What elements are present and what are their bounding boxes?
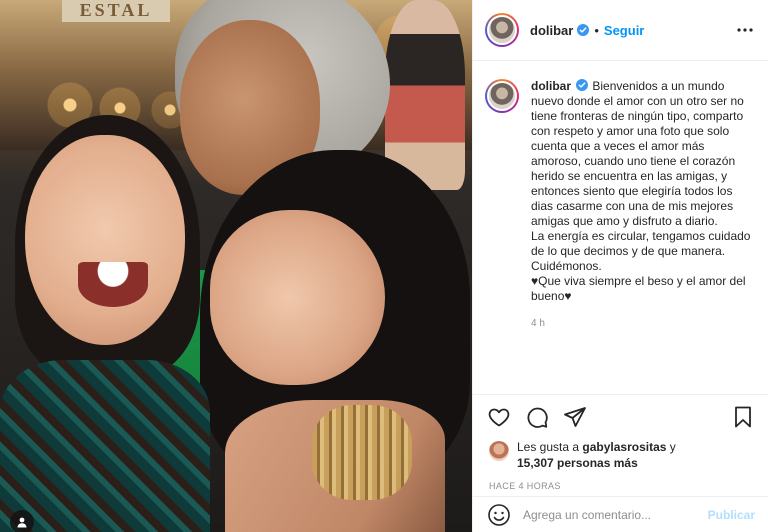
background-sign: ESTAL: [62, 0, 170, 22]
comment-bubble-icon: [527, 407, 548, 428]
tagged-users-button[interactable]: [10, 510, 34, 532]
comment-button[interactable]: [525, 405, 549, 429]
liker-username-link[interactable]: gabylasrositas: [582, 440, 666, 454]
liker-avatar[interactable]: [489, 441, 509, 461]
face-left: [25, 135, 185, 345]
patterned-dress: [0, 360, 210, 532]
post-header: dolibar • Seguir: [473, 0, 768, 61]
caption-body: dolibar Bienvenidos a un mundo nuevo don…: [531, 79, 752, 331]
more-options-button[interactable]: [734, 19, 756, 41]
caption-text-1: Bienvenidos a un mundo nuevo donde el am…: [531, 79, 744, 228]
avatar[interactable]: [485, 13, 519, 47]
likes-joiner: y: [666, 440, 676, 454]
post-photo[interactable]: ESTAL: [0, 0, 472, 532]
share-button[interactable]: [563, 405, 587, 429]
heart-icon: [488, 408, 510, 427]
more-icon: [737, 28, 753, 32]
user-icon: [17, 517, 27, 528]
emoji-button[interactable]: [487, 503, 511, 527]
avatar-image: [487, 15, 517, 45]
caption: dolibar Bienvenidos a un mundo nuevo don…: [485, 79, 752, 331]
paper-plane-icon: [564, 407, 586, 427]
caption-avatar[interactable]: [485, 79, 519, 113]
comments-section: dolibar Bienvenidos a un mundo nuevo don…: [473, 61, 768, 393]
save-button[interactable]: [731, 405, 755, 429]
likes-prefix: Les gusta a: [517, 440, 583, 454]
follow-button[interactable]: Seguir: [604, 23, 644, 38]
avatar-image: [487, 81, 517, 111]
separator-dot: •: [594, 22, 599, 38]
smile-left: [78, 262, 148, 307]
caption-paragraph: dolibar Bienvenidos a un mundo nuevo don…: [531, 79, 752, 229]
post-actions-section: Les gusta a gabylasrositas y 15,307 pers…: [473, 394, 768, 491]
caption-timestamp: 4 h: [531, 318, 545, 329]
likes-summary: Les gusta a gabylasrositas y 15,307 pers…: [473, 439, 768, 471]
bookmark-icon: [735, 406, 751, 428]
username-link[interactable]: dolibar: [530, 23, 573, 38]
verified-badge-icon: [577, 24, 590, 36]
caption-username-link[interactable]: dolibar: [531, 79, 571, 93]
add-comment-bar: Publicar: [473, 496, 768, 532]
face-right: [210, 210, 385, 385]
post-timestamp[interactable]: HACE 4 HORAS: [473, 471, 768, 491]
caption-paragraph: ♥Que viva siempre el beso y el amor del …: [531, 274, 746, 303]
like-button[interactable]: [487, 405, 511, 429]
verified-badge-icon: [576, 79, 589, 91]
likes-count-link[interactable]: 15,307 personas más: [517, 456, 638, 470]
likes-text: Les gusta a gabylasrositas y 15,307 pers…: [517, 439, 676, 471]
comment-input[interactable]: [523, 507, 708, 522]
bracelets: [312, 405, 412, 500]
publish-button[interactable]: Publicar: [708, 508, 755, 522]
action-bar: [473, 395, 768, 439]
smiley-icon: [488, 503, 510, 526]
caption-paragraph: La energía es circular, tengamos cuidado…: [531, 229, 751, 273]
post-sidebar: dolibar • Seguir dolibar Bienvenidos a u…: [472, 0, 768, 532]
